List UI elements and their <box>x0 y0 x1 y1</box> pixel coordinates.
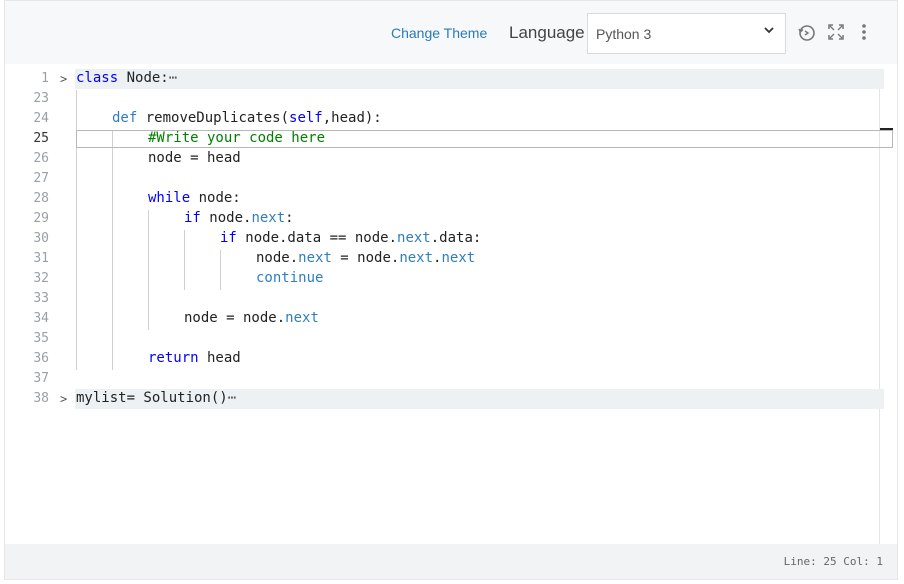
line-number: 36 <box>33 351 49 366</box>
more-vertical-icon[interactable] <box>853 23 875 45</box>
folded-ellipsis[interactable]: ⋯ <box>228 390 236 406</box>
line-number-active: 25 <box>33 131 49 146</box>
code-line[interactable]: mylist= Solution()⋯ <box>76 390 236 406</box>
folded-line-highlight <box>75 69 884 89</box>
change-theme-button[interactable]: Change Theme <box>391 25 487 41</box>
line-number: 33 <box>33 291 49 306</box>
chevron-down-icon <box>763 24 775 39</box>
language-select-value: Python 3 <box>596 26 652 42</box>
line-number: 29 <box>33 211 49 226</box>
fullscreen-icon[interactable] <box>825 23 847 45</box>
fold-expand-icon[interactable]: > <box>60 72 67 86</box>
cursor-position: Line: 25 Col: 1 <box>783 555 883 568</box>
code-line[interactable]: return head <box>148 350 241 366</box>
line-number: 38 <box>33 391 49 406</box>
line-number: 24 <box>33 111 49 126</box>
line-number: 23 <box>33 91 49 106</box>
code-line[interactable]: def removeDuplicates(self,head): <box>112 110 382 126</box>
code-line[interactable]: node = node.next <box>184 310 319 326</box>
folded-ellipsis[interactable]: ⋯ <box>169 70 177 86</box>
line-number: 30 <box>33 231 49 246</box>
indent-guide <box>220 250 221 290</box>
code-line[interactable]: class Node:⋯ <box>76 70 177 86</box>
indent-guide <box>112 130 113 370</box>
fold-expand-icon[interactable]: > <box>60 392 67 406</box>
code-editor-panel: Change Theme Language Python 3 1 > class… <box>4 0 898 580</box>
indent-guide <box>184 230 185 290</box>
code-editor[interactable]: 1 > class Node:⋯ 23 24 def removeDuplica… <box>5 64 897 544</box>
code-line[interactable]: node = head <box>148 150 241 166</box>
editor-toolbar: Change Theme Language Python 3 <box>5 1 897 64</box>
line-number: 34 <box>33 311 49 326</box>
indent-guide <box>148 210 149 330</box>
line-number: 31 <box>33 251 49 266</box>
line-number: 32 <box>33 271 49 286</box>
line-number: 27 <box>33 171 49 186</box>
code-line[interactable]: while node: <box>148 190 241 206</box>
status-bar: Line: 25 Col: 1 <box>5 544 897 579</box>
code-text: mylist= Solution() <box>76 390 228 406</box>
code-line[interactable]: continue <box>256 270 323 286</box>
code-comment[interactable]: #Write your code here <box>148 130 325 146</box>
line-number: 37 <box>33 371 49 386</box>
history-icon[interactable] <box>796 23 818 45</box>
line-number: 26 <box>33 151 49 166</box>
code-line[interactable]: if node.next: <box>184 210 294 226</box>
line-number: 1 <box>41 71 49 86</box>
line-number: 28 <box>33 191 49 206</box>
language-label: Language <box>509 23 585 42</box>
line-number: 35 <box>33 331 49 346</box>
code-line[interactable]: node.next = node.next.next <box>256 250 475 266</box>
code-line[interactable]: if node.data == node.next.data: <box>220 230 481 246</box>
language-select[interactable]: Python 3 <box>587 13 786 54</box>
